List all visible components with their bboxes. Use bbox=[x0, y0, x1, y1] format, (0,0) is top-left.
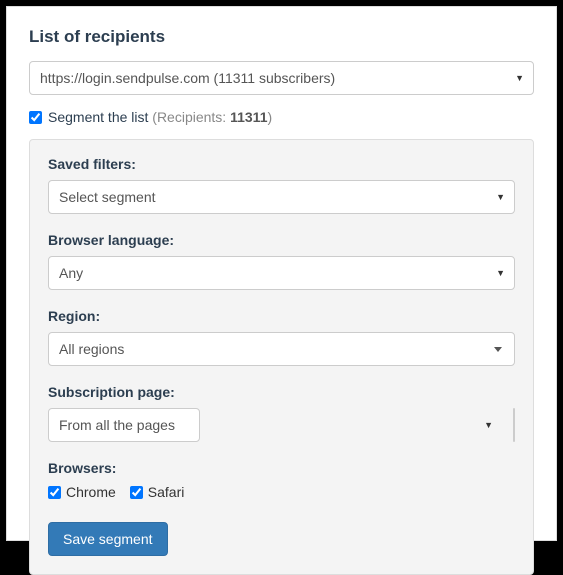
recipients-select[interactable]: https://login.sendpulse.com (11311 subsc… bbox=[29, 61, 534, 95]
browser-safari-checkbox[interactable] bbox=[130, 486, 143, 499]
browser-language-select[interactable]: Any bbox=[48, 256, 515, 290]
region-group: Region: All regions bbox=[48, 308, 515, 366]
browsers-group: Browsers: Chrome Safari bbox=[48, 460, 515, 500]
saved-filters-select-wrap: Select segment bbox=[48, 180, 515, 214]
recipients-prefix: (Recipients: bbox=[152, 109, 230, 125]
subscription-page-select-wrap: From all the pages bbox=[48, 408, 503, 442]
browser-language-label: Browser language: bbox=[48, 232, 515, 248]
region-label: Region: bbox=[48, 308, 515, 324]
region-select[interactable]: All regions bbox=[48, 332, 515, 366]
saved-filters-group: Saved filters: Select segment bbox=[48, 156, 515, 214]
page-title: List of recipients bbox=[29, 27, 534, 47]
subscription-page-input-disabled bbox=[513, 408, 515, 442]
filters-panel: Saved filters: Select segment Browser la… bbox=[29, 139, 534, 575]
saved-filters-select[interactable]: Select segment bbox=[48, 180, 515, 214]
save-segment-button[interactable]: Save segment bbox=[48, 522, 168, 556]
browser-language-group: Browser language: Any bbox=[48, 232, 515, 290]
browsers-label: Browsers: bbox=[48, 460, 515, 476]
recipients-suffix: ) bbox=[267, 109, 272, 125]
segment-label: Segment the list bbox=[48, 109, 148, 125]
browser-language-select-wrap: Any bbox=[48, 256, 515, 290]
saved-filters-label: Saved filters: bbox=[48, 156, 515, 172]
browser-chrome-label: Chrome bbox=[66, 484, 116, 500]
browser-chrome-checkbox[interactable] bbox=[48, 486, 61, 499]
segment-checkbox[interactable] bbox=[29, 111, 42, 124]
browser-chrome-option[interactable]: Chrome bbox=[48, 484, 116, 500]
recipients-panel: List of recipients https://login.sendpul… bbox=[6, 6, 557, 541]
subscription-page-select[interactable]: From all the pages bbox=[48, 408, 200, 442]
recipients-count: 11311 bbox=[230, 109, 267, 125]
subscription-page-label: Subscription page: bbox=[48, 384, 515, 400]
browser-safari-label: Safari bbox=[148, 484, 185, 500]
segment-checkbox-row: Segment the list (Recipients: 11311) bbox=[29, 109, 534, 125]
subscription-page-group: Subscription page: From all the pages bbox=[48, 384, 515, 442]
region-selected-text: All regions bbox=[59, 341, 124, 357]
recipients-select-wrap: https://login.sendpulse.com (11311 subsc… bbox=[29, 61, 534, 95]
browser-safari-option[interactable]: Safari bbox=[130, 484, 185, 500]
